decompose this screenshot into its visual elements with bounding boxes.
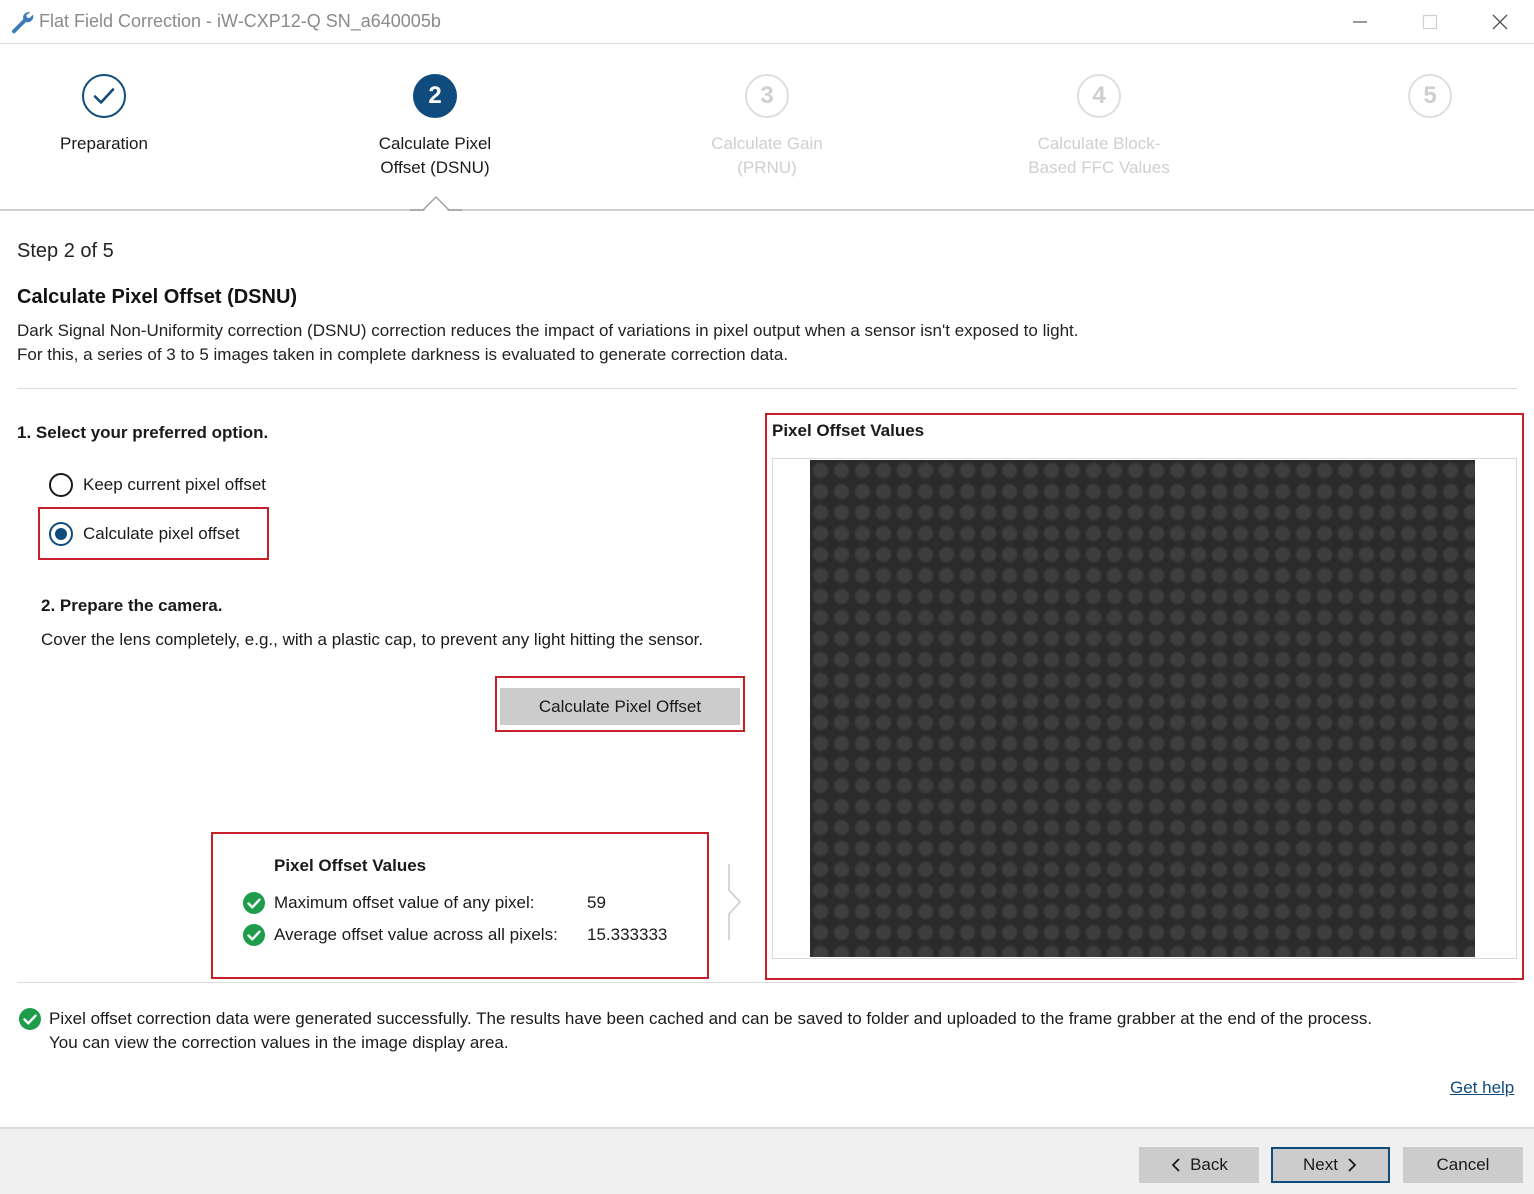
description-line-2: For this, a series of 3 to 5 images take… xyxy=(17,345,789,364)
calculate-pixel-offset-button[interactable]: Calculate Pixel Offset xyxy=(500,688,740,725)
prepare-camera-text: Cover the lens completely, e.g., with a … xyxy=(41,630,704,649)
image-panel-title: Pixel Offset Values xyxy=(772,421,925,440)
step-3-label: Calculate Gain (PRNU) xyxy=(711,134,823,177)
chevron-right-icon xyxy=(728,864,742,940)
keep-offset-radio[interactable]: Keep current pixel offset xyxy=(49,473,266,497)
step-calculate-block-ffc: 4 Calculate Block-Based FFC Values xyxy=(969,74,1229,180)
radio-unchecked-icon[interactable] xyxy=(49,473,73,497)
maximize-icon[interactable] xyxy=(1416,8,1444,36)
back-button[interactable]: Back xyxy=(1139,1147,1259,1183)
step-5: 5 xyxy=(1300,74,1534,118)
window-title: Flat Field Correction - iW-CXP12-Q SN_a6… xyxy=(39,11,441,31)
description-line-1: Dark Signal Non-Uniformity correction (D… xyxy=(17,321,1079,340)
next-button-label: Next xyxy=(1303,1155,1338,1174)
back-button-label: Back xyxy=(1190,1155,1228,1174)
page-title: Calculate Pixel Offset (DSNU) xyxy=(17,286,298,308)
next-button[interactable]: Next xyxy=(1271,1147,1390,1183)
close-icon[interactable] xyxy=(1486,8,1514,36)
prepare-camera-heading: 2. Prepare the camera. xyxy=(41,596,223,615)
status-message-line-1: Pixel offset correction data were genera… xyxy=(49,1009,1373,1028)
current-step-pointer xyxy=(410,196,462,212)
chevron-right-icon xyxy=(1348,1158,1357,1172)
step-2-number: 2 xyxy=(413,74,457,118)
option-section-heading: 1. Select your preferred option. xyxy=(17,423,269,442)
step-1-circle xyxy=(82,74,126,118)
divider xyxy=(17,982,1517,983)
success-check-icon xyxy=(19,1008,41,1030)
summary-title: Pixel Offset Values xyxy=(274,856,427,875)
step-4-number: 4 xyxy=(1077,74,1121,118)
calculate-offset-radio[interactable]: Calculate pixel offset xyxy=(49,522,240,546)
step-calculate-pixel-offset[interactable]: 2 Calculate Pixel Offset (DSNU) xyxy=(305,74,565,180)
stepper-divider xyxy=(0,209,1534,211)
step-preparation[interactable]: Preparation xyxy=(0,74,234,156)
max-offset-value: 59 xyxy=(587,893,606,912)
max-offset-row: Maximum offset value of any pixel: 59 xyxy=(242,891,606,915)
avg-offset-label: Average offset value across all pixels: xyxy=(274,925,558,944)
calculate-offset-label[interactable]: Calculate pixel offset xyxy=(83,524,240,544)
keep-offset-label[interactable]: Keep current pixel offset xyxy=(83,475,266,495)
pixel-offset-image[interactable] xyxy=(810,460,1475,957)
step-counter: Step 2 of 5 xyxy=(17,240,114,262)
step-1-label: Preparation xyxy=(60,134,148,153)
minimize-icon[interactable] xyxy=(1346,8,1374,36)
get-help-link[interactable]: Get help xyxy=(1450,1078,1514,1098)
avg-offset-row: Average offset value across all pixels: … xyxy=(242,923,667,947)
step-2-label: Calculate Pixel Offset (DSNU) xyxy=(378,134,492,177)
success-check-icon xyxy=(243,892,265,914)
wrench-icon xyxy=(12,12,34,34)
checkmark-icon xyxy=(93,88,115,104)
step-3-number: 3 xyxy=(745,74,789,118)
cancel-button[interactable]: Cancel xyxy=(1403,1147,1523,1183)
step-calculate-gain: 3 Calculate Gain (PRNU) xyxy=(637,74,897,180)
divider xyxy=(17,388,1517,389)
success-check-icon xyxy=(243,924,265,946)
status-message-line-2: You can view the correction values in th… xyxy=(49,1033,509,1052)
step-4-label: Calculate Block-Based FFC Values xyxy=(1028,134,1170,177)
step-5-number: 5 xyxy=(1408,74,1452,118)
avg-offset-value: 15.333333 xyxy=(587,925,668,944)
max-offset-label: Maximum offset value of any pixel: xyxy=(274,893,535,912)
chevron-left-icon xyxy=(1171,1158,1180,1172)
radio-checked-icon[interactable] xyxy=(49,522,73,546)
